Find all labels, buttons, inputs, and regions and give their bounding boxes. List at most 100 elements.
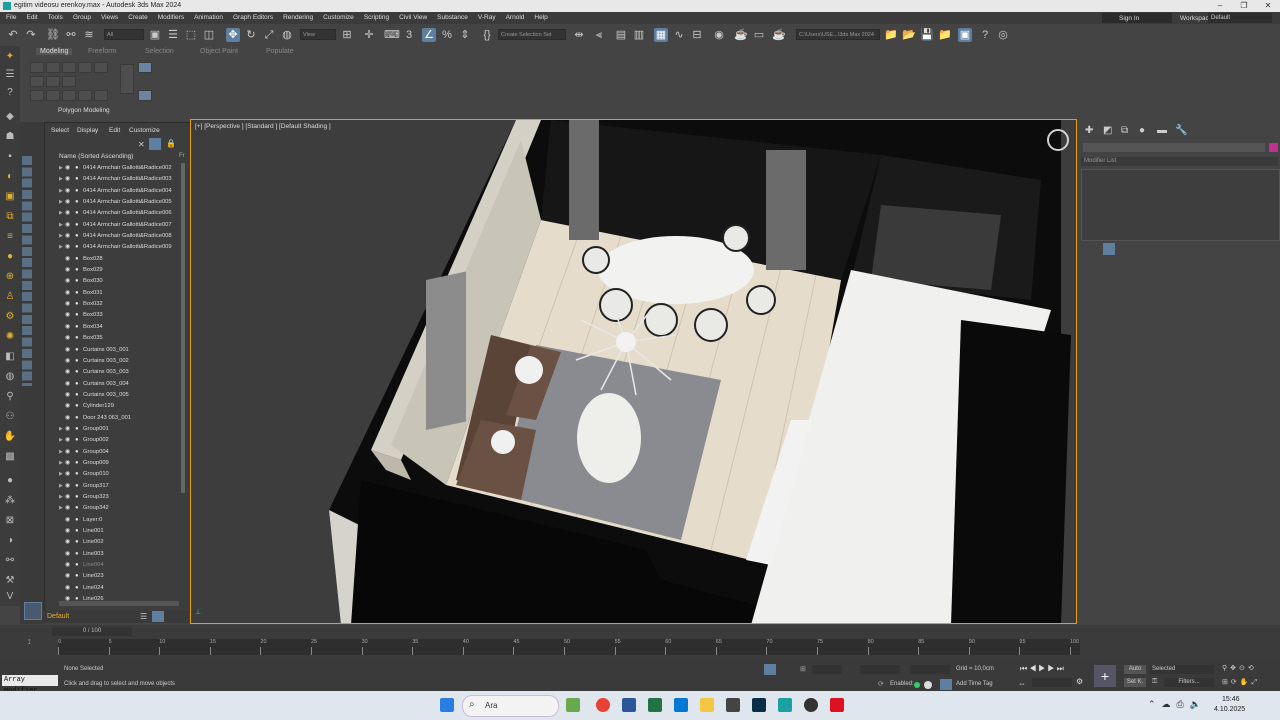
- list-item[interactable]: ◉ ● Box028: [45, 254, 185, 265]
- align-icon[interactable]: ⫷: [592, 28, 606, 42]
- tab-freeform[interactable]: Freeform: [88, 48, 116, 55]
- visibility-eye-icon[interactable]: ◉: [65, 299, 70, 310]
- ribbon-button[interactable]: [62, 76, 76, 87]
- menu-rendering[interactable]: Rendering: [278, 12, 318, 24]
- hand-icon[interactable]: ✋: [3, 430, 17, 444]
- list-item[interactable]: ◉ ● Line001: [45, 526, 185, 537]
- sign-in-button[interactable]: Sign In: [1102, 13, 1172, 23]
- light-icon[interactable]: ◐: [3, 170, 17, 184]
- link-icon[interactable]: ⛓: [46, 28, 60, 42]
- explorer-icon[interactable]: [700, 698, 714, 712]
- render-setup-icon[interactable]: ☕: [734, 28, 748, 42]
- list-item[interactable]: ◉ ● Curtains 003_002: [45, 356, 185, 367]
- object-color-swatch[interactable]: [1269, 143, 1278, 152]
- time-tag-icon[interactable]: ⟳: [878, 680, 884, 688]
- key-icon[interactable]: ⚿: [1152, 678, 1157, 686]
- visibility-eye-icon[interactable]: ◉: [65, 163, 70, 174]
- list-item[interactable]: ◉ ● Curtains 003_005: [45, 390, 185, 401]
- workspace-dropdown[interactable]: Default: [1208, 13, 1272, 23]
- close-icon[interactable]: ✕: [138, 140, 145, 149]
- filter-icon[interactable]: [149, 138, 161, 150]
- isolate-icon[interactable]: [764, 664, 776, 675]
- menu-graph-editors[interactable]: Graph Editors: [228, 12, 278, 24]
- clock-time[interactable]: 15:46: [1222, 696, 1240, 703]
- list-item[interactable]: ◉ ● Line023: [45, 571, 185, 582]
- expand-arrow-icon[interactable]: ▶: [59, 424, 63, 435]
- list-item[interactable]: ▶ ◉ ● Group001: [45, 424, 185, 435]
- list-item[interactable]: ◉ ● Cylinder129: [45, 401, 185, 412]
- redo-icon[interactable]: ↷: [24, 28, 38, 42]
- select-by-name-icon[interactable]: ☰: [166, 28, 180, 42]
- list-item[interactable]: ◉ ● Box030: [45, 276, 185, 287]
- visibility-eye-icon[interactable]: ◉: [65, 242, 70, 253]
- visibility-eye-icon[interactable]: ◉: [65, 481, 70, 492]
- visibility-eye-icon[interactable]: ◉: [65, 265, 70, 276]
- walk-icon[interactable]: ⚇: [3, 410, 17, 424]
- ribbon-group-label[interactable]: Polygon Modeling: [58, 107, 110, 114]
- help-circle-icon[interactable]: ?: [3, 86, 17, 100]
- visibility-eye-icon[interactable]: ◉: [65, 537, 70, 548]
- track-bar[interactable]: 0 5 10 15 20 25 30 35 40 45 50 55 60 65 70 75 80 85 90 95 10…: [58, 639, 1080, 655]
- menu-views[interactable]: Views: [96, 12, 123, 24]
- list-item[interactable]: ▶ ◉ ● 0414 Armchair Gallotti&Radice006: [45, 208, 185, 219]
- viewport-nav-controls[interactable]: ⚲✥⊙⟲: [1222, 664, 1257, 672]
- visibility-eye-icon[interactable]: ◉: [65, 288, 70, 299]
- list-item[interactable]: ▶ ◉ ● 0414 Armchair Gallotti&Radice009: [45, 242, 185, 253]
- visibility-eye-icon[interactable]: ◉: [65, 345, 70, 356]
- reference-coord-dropdown[interactable]: View: [300, 29, 336, 40]
- ball-icon[interactable]: ●: [3, 474, 17, 488]
- list-item[interactable]: ◉ ● Layer:0: [45, 515, 185, 526]
- visibility-eye-icon[interactable]: ◉: [65, 220, 70, 231]
- curve-editor-icon[interactable]: ∿: [672, 28, 686, 42]
- mirror-icon[interactable]: ⇹: [572, 28, 586, 42]
- expand-arrow-icon[interactable]: ▶: [59, 481, 63, 492]
- ribbon-button[interactable]: [30, 76, 44, 87]
- modifier-list-dropdown[interactable]: Modifier List: [1081, 157, 1278, 166]
- x-coordinate[interactable]: [812, 665, 842, 674]
- globe-icon[interactable]: ◍: [3, 370, 17, 384]
- visibility-eye-icon[interactable]: ◉: [65, 379, 70, 390]
- list-item[interactable]: ▶ ◉ ● 0414 Armchair Gallotti&Radice003: [45, 174, 185, 185]
- render-production-icon[interactable]: ☕: [772, 28, 786, 42]
- helper-icon[interactable]: ⊕: [3, 270, 17, 284]
- expand-arrow-icon[interactable]: ▶: [59, 503, 63, 514]
- search-box[interactable]: ⌕ Ara: [462, 695, 559, 717]
- list-item[interactable]: ◉ ● Door 243 063_001: [45, 413, 185, 424]
- list-item[interactable]: ▶ ◉ ● Group010: [45, 469, 185, 480]
- scene-explorer-icon[interactable]: ▤: [614, 28, 628, 42]
- menu-edit[interactable]: Edit: [21, 12, 42, 24]
- visibility-eye-icon[interactable]: ◉: [65, 469, 70, 480]
- minimize-button[interactable]: –: [1208, 0, 1232, 12]
- list-item[interactable]: ◉ ● Box034: [45, 322, 185, 333]
- list-item[interactable]: ◉ ● Line004: [45, 560, 185, 571]
- list-item[interactable]: ▶ ◉ ● Group004: [45, 447, 185, 458]
- visibility-eye-icon[interactable]: ◉: [65, 447, 70, 458]
- app-icon-2[interactable]: [804, 698, 818, 712]
- menu-group[interactable]: Group: [68, 12, 96, 24]
- create-icon[interactable]: ✦: [3, 50, 17, 64]
- list-item[interactable]: ◉ ● Line002: [45, 537, 185, 548]
- tab-object-paint[interactable]: Object Paint: [200, 48, 238, 55]
- snaps-toggle-icon[interactable]: 3: [402, 28, 416, 42]
- mannequin-icon[interactable]: ♙: [3, 290, 17, 304]
- column-header[interactable]: Name (Sorted Ascending): [59, 153, 133, 160]
- explorer-menu-customize[interactable]: Customize: [129, 127, 160, 134]
- keyboard-shortcut-icon[interactable]: ⌨: [384, 28, 400, 42]
- visibility-eye-icon[interactable]: ◉: [65, 583, 70, 594]
- visibility-eye-icon[interactable]: ◉: [65, 254, 70, 265]
- menu-civil-view[interactable]: Civil View: [394, 12, 432, 24]
- visibility-eye-icon[interactable]: ◉: [65, 208, 70, 219]
- expand-arrow-icon[interactable]: ▶: [59, 242, 63, 253]
- visibility-eye-icon[interactable]: ◉: [65, 435, 70, 446]
- visibility-eye-icon[interactable]: ◉: [65, 492, 70, 503]
- key-mode-icon[interactable]: ⇔: [1018, 679, 1026, 688]
- save-project-icon[interactable]: 💾: [920, 28, 934, 42]
- tab-modeling[interactable]: Modeling: [36, 48, 73, 55]
- close-button[interactable]: ✕: [1256, 0, 1280, 12]
- set-key-big-button[interactable]: +: [1094, 665, 1116, 687]
- select-move-icon[interactable]: ✥: [226, 28, 240, 42]
- ribbon-button[interactable]: [46, 62, 60, 73]
- visibility-eye-icon[interactable]: ◉: [65, 549, 70, 560]
- cube-icon[interactable]: ◧: [3, 350, 17, 364]
- ribbon-button[interactable]: [30, 90, 44, 101]
